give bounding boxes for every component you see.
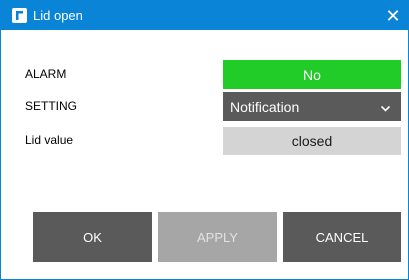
alarm-label: ALARM: [25, 67, 67, 81]
chevron-down-icon: [380, 101, 391, 117]
apply-button[interactable]: APPLY: [158, 212, 277, 262]
title-bar[interactable]: Lid open ✕: [1, 1, 408, 30]
window-title: Lid open: [33, 8, 83, 23]
setting-label: SETTING: [25, 99, 78, 113]
alarm-value[interactable]: No: [223, 60, 401, 89]
lid-value-text: closed: [291, 133, 333, 149]
ok-button[interactable]: OK: [33, 212, 152, 262]
setting-selected-value: Notification: [230, 98, 300, 115]
alarm-value-text: No: [303, 66, 321, 83]
lid-value-field: closed: [223, 127, 401, 155]
lid-value-label: Lid value: [25, 133, 74, 147]
dialog-window: Lid open ✕ ALARM No SETTING Notification…: [0, 0, 409, 280]
close-icon[interactable]: ✕: [380, 3, 406, 28]
cancel-button[interactable]: CANCEL: [283, 212, 401, 262]
setting-dropdown[interactable]: Notification: [223, 92, 401, 121]
brand-c-icon: [12, 8, 27, 23]
